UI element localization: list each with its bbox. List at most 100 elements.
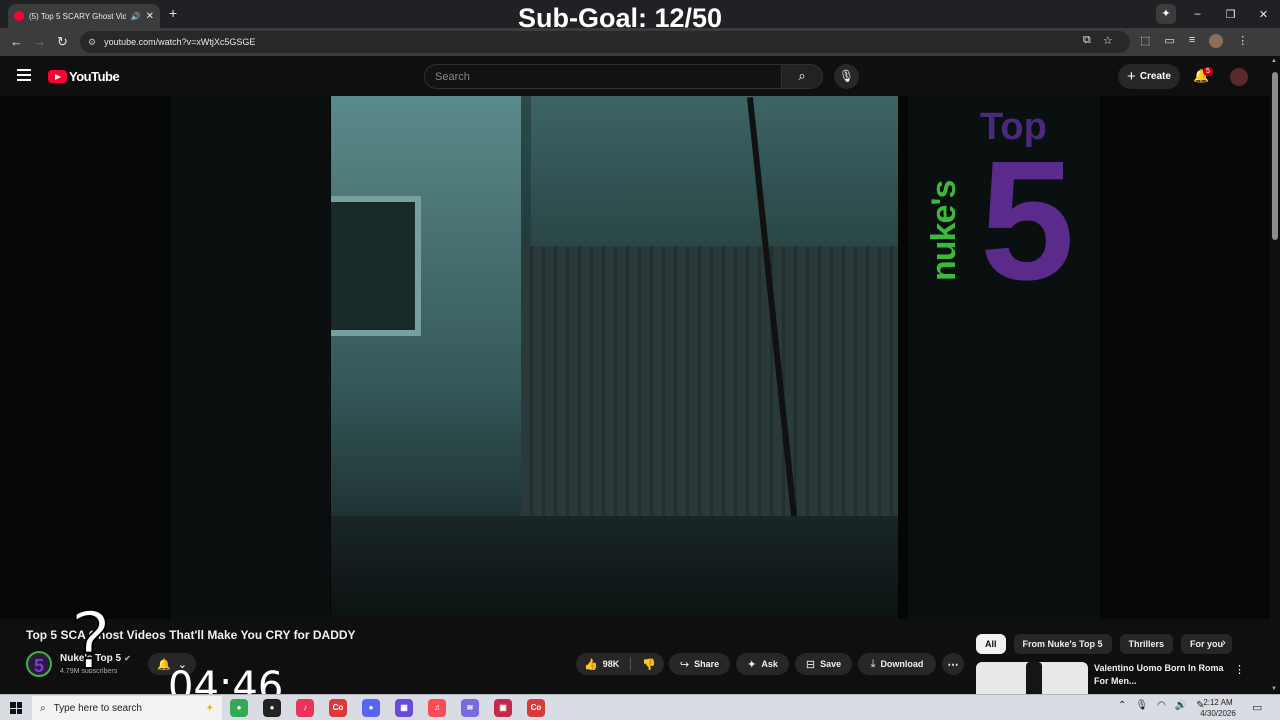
plus-icon: + <box>1127 68 1136 85</box>
windows-taskbar: ⌕ Type here to search ✦ ● ● ♪ Co ● ▦ ♫ ≋ ▣ Co ⌃ 🎙… <box>0 694 1280 720</box>
reading-list-icon[interactable]: ≡ <box>1189 34 1195 48</box>
clock-date: 4/30/2026 <box>1200 709 1236 718</box>
like-count[interactable]: 98K <box>603 659 620 669</box>
create-label: Create <box>1139 71 1171 82</box>
like-divider <box>630 657 632 671</box>
windows-start-icon[interactable] <box>10 702 22 714</box>
microphone-tray-icon[interactable]: 🎙 <box>1135 700 1148 711</box>
download-button[interactable]: ⤓ Download <box>858 653 936 675</box>
dislike-icon[interactable]: 👎 <box>642 658 656 671</box>
thumbnail-bottle-image <box>1026 662 1042 696</box>
search-highlight-icon: ✦ <box>205 702 214 714</box>
tiktok-taskbar-icon[interactable]: ♪ <box>296 699 314 717</box>
share-icon: ↪ <box>679 658 690 671</box>
browser-toolbar-right: ⬚ ▭ ≡ ⋮ <box>1140 34 1248 48</box>
close-window-button[interactable]: ✕ <box>1247 8 1280 21</box>
forward-icon[interactable]: → <box>33 34 46 49</box>
video-player[interactable]: Top 5 nuke's <box>0 96 1270 619</box>
like-icon[interactable]: 👍 <box>584 658 598 671</box>
url-text: youtube.com/watch?v=xWtjXc5GSGE <box>104 37 256 47</box>
voice-search-button[interactable]: 🎙 <box>834 64 859 89</box>
save-label: Save <box>820 659 842 669</box>
extensions-icon[interactable]: ⬚ <box>1140 34 1150 48</box>
account-avatar[interactable] <box>1230 68 1248 86</box>
more-actions-button[interactable]: ⋯ <box>942 653 964 675</box>
microphone-icon: 🎙 <box>838 69 855 83</box>
clock-time: 2:12 AM <box>1203 698 1233 707</box>
channel-watermark-logo: Top 5 nuke's <box>925 106 1100 396</box>
search-icon: ⌕ <box>798 68 806 83</box>
sparkle-icon: ✦ <box>747 658 757 671</box>
split-view-icon[interactable]: ▭ <box>1164 34 1174 48</box>
save-button[interactable]: ⊟ Save <box>795 653 852 675</box>
grid-app-taskbar-icon[interactable]: ▦ <box>395 699 413 717</box>
chevron-right-icon[interactable]: › <box>1222 637 1226 649</box>
wifi-icon[interactable]: ◠ <box>1157 700 1166 711</box>
notification-center-icon[interactable]: ▭ <box>1252 701 1262 714</box>
site-info-icon[interactable]: ⚙ <box>88 37 96 48</box>
channel-avatar[interactable]: 5 <box>26 651 52 677</box>
video-details: Top 5 SCA Ghost Videos That'll Make You … <box>0 596 1270 709</box>
ask-label: Ask <box>761 659 778 669</box>
image-app-taskbar-icon[interactable]: ▣ <box>494 699 512 717</box>
taskbar-search-icon: ⌕ <box>40 702 46 714</box>
watermark-number: 5 <box>980 126 1075 316</box>
like-dislike-group: 👍 98K 👎 <box>576 653 664 675</box>
scene-window <box>331 196 421 336</box>
chrome-taskbar-icon[interactable]: ● <box>230 699 248 717</box>
tray-chevron-icon[interactable]: ⌃ <box>1118 700 1126 711</box>
taskbar-apps: ● ● ♪ Co ● ▦ ♫ ≋ ▣ Co <box>230 699 545 717</box>
question-mark-overlay: ? <box>69 596 112 688</box>
youtube-header: YouTube Search ⌕ 🎙 + Create 🔔 5 <box>0 56 1270 96</box>
scrollbar-thumb[interactable] <box>1272 72 1278 240</box>
subgoal-counter: Sub-Goal: 12/50 <box>517 3 723 33</box>
browser-menu-icon[interactable]: ⋮ <box>1237 34 1248 48</box>
more-dots-icon: ⋯ <box>947 658 959 671</box>
system-tray: ⌃ 🎙 ◠ 🔊 ✎ <box>1118 700 1205 711</box>
chip-from-channel[interactable]: From Nuke's Top 5 <box>1013 634 1112 654</box>
chip-all[interactable]: All <box>976 634 1006 654</box>
profile-avatar-icon[interactable] <box>1209 34 1224 48</box>
verified-check-icon: ✔ <box>124 654 131 663</box>
scroll-up-icon[interactable]: ▲ <box>1271 58 1277 64</box>
wave-app-taskbar-icon[interactable]: ≋ <box>461 699 479 717</box>
back-icon[interactable]: ← <box>10 34 23 49</box>
recommendation-menu-icon[interactable]: ⋮ <box>1234 663 1245 676</box>
chip-thrillers[interactable]: Thrillers <box>1119 634 1174 654</box>
scene-ground <box>331 516 898 619</box>
taskbar-search-text: Type here to search <box>53 702 142 714</box>
app-co-1-taskbar-icon[interactable]: Co <box>329 699 347 717</box>
taskbar-search[interactable]: ⌕ Type here to search ✦ <box>32 696 222 720</box>
youtube-wordmark: YouTube <box>69 69 120 84</box>
hamburger-menu-icon[interactable] <box>17 69 31 81</box>
video-frame <box>331 96 898 619</box>
search-button[interactable]: ⌕ <box>781 64 823 89</box>
notification-badge: 5 <box>1203 67 1213 76</box>
recommendation-chips: All From Nuke's Top 5 Thrillers For you <box>976 634 1233 654</box>
system-clock[interactable]: 2:12 AM 4/30/2026 <box>1198 697 1238 719</box>
search-input[interactable]: Search <box>424 64 782 89</box>
youtube-logo[interactable]: YouTube <box>48 69 120 84</box>
volume-icon[interactable]: 🔊 <box>1175 700 1187 711</box>
share-label: Share <box>694 659 720 669</box>
discord-taskbar-icon[interactable]: ● <box>362 699 380 717</box>
video-blurred-left <box>170 96 330 619</box>
page-scrollbar[interactable]: ▲ ▼ <box>1270 56 1280 696</box>
scene-fence <box>521 246 898 526</box>
watermark-brand-text: nuke's <box>925 180 963 281</box>
ask-button[interactable]: ✦ Ask <box>736 653 789 675</box>
bookmark-icon: ⊟ <box>805 658 816 671</box>
download-icon: ⤓ <box>870 657 876 670</box>
recommendation-title[interactable]: Valentino Uomo Born In Roma For Men... <box>1094 662 1224 688</box>
create-button[interactable]: + Create <box>1118 64 1180 89</box>
capcut-taskbar-icon[interactable]: ● <box>263 699 281 717</box>
recommendation-thumbnail[interactable] <box>976 662 1088 696</box>
scroll-down-icon[interactable]: ▼ <box>1271 686 1277 692</box>
youtube-play-icon <box>48 70 67 83</box>
reload-icon[interactable]: ↻ <box>57 34 68 50</box>
scene-house <box>531 96 898 246</box>
app-co-2-taskbar-icon[interactable]: Co <box>527 699 545 717</box>
music-taskbar-icon[interactable]: ♫ <box>428 699 446 717</box>
download-label: Download <box>880 659 924 669</box>
share-button[interactable]: ↪ Share <box>669 653 730 675</box>
